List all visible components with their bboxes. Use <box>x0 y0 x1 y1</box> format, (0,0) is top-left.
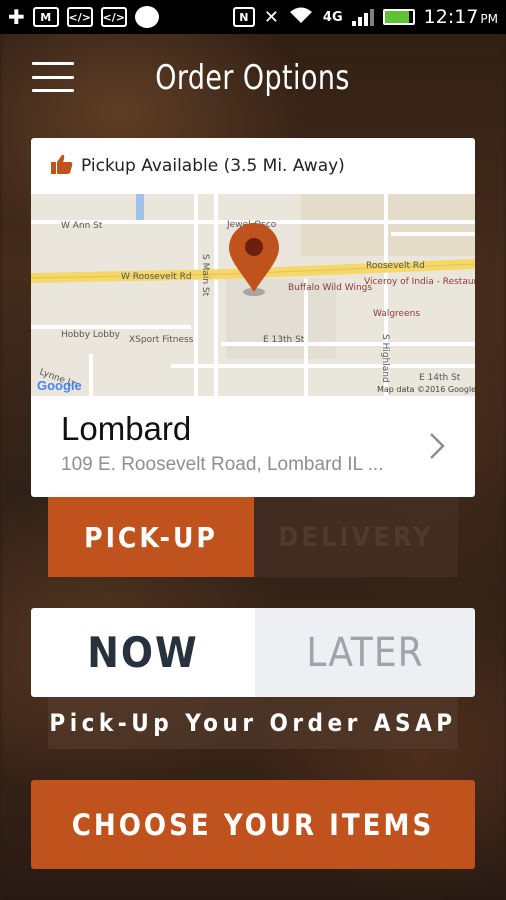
signal-icon <box>351 8 374 26</box>
choose-items-button[interactable]: CHOOSE YOUR ITEMS <box>31 780 475 869</box>
street-label: W Roosevelt Rd <box>121 272 192 282</box>
delivery-tab[interactable]: DELIVERY <box>254 497 458 577</box>
timing-note: Pick-Up Your Order ASAP <box>48 697 458 749</box>
street-label: S Highland <box>380 334 390 383</box>
place-label: Viceroy of India - Restaurant <box>364 277 475 287</box>
timing-toggle: NOW LATER <box>31 608 475 697</box>
location-card: Pickup Available (3.5 Mi. Away) W Ann St… <box>31 138 475 497</box>
add-notification-icon: ✚ <box>8 5 25 29</box>
wifi-icon <box>288 5 314 29</box>
page-title: Order Options <box>155 58 351 98</box>
store-selector[interactable]: Lombard 109 E. Roosevelt Road, Lombard I… <box>31 396 475 497</box>
clock-ampm: PM <box>480 12 498 26</box>
menu-icon[interactable] <box>32 62 74 92</box>
battery-icon <box>382 9 415 25</box>
store-name: Lombard <box>61 410 192 447</box>
code-icon: </> <box>66 7 93 27</box>
gmail-icon: M <box>32 7 59 27</box>
app-header: Order Options <box>0 34 506 122</box>
now-tab[interactable]: NOW <box>31 608 255 697</box>
thumbs-up-icon <box>51 154 73 179</box>
nfc-icon: N <box>232 7 255 27</box>
store-address: 109 E. Roosevelt Road, Lombard IL ... <box>61 454 384 475</box>
chat-icon <box>134 6 159 28</box>
place-label: Buffalo Wild Wings <box>288 283 372 293</box>
clock-time: 12:17 <box>423 6 479 28</box>
code-icon-2: </> <box>100 7 127 27</box>
street-label: Roosevelt Rd <box>366 261 425 271</box>
street-label: E 13th St <box>263 335 305 345</box>
street-label: S Main St <box>200 254 210 297</box>
place-label: XSport Fitness <box>129 335 194 345</box>
street-label: E 14th St <box>419 373 461 383</box>
chevron-right-icon <box>429 432 445 465</box>
place-label: Hobby Lobby <box>61 330 121 340</box>
later-tab[interactable]: LATER <box>255 608 475 697</box>
pickup-tab[interactable]: PICK-UP <box>48 497 254 577</box>
place-label: Walgreens <box>373 309 420 319</box>
availability-row: Pickup Available (3.5 Mi. Away) <box>31 138 475 194</box>
mute-icon: ✕ <box>263 6 279 28</box>
store-map[interactable]: W Ann St W Roosevelt Rd Roosevelt Rd S M… <box>31 194 475 396</box>
google-logo: Google <box>37 378 82 393</box>
network-type: 4G <box>322 9 343 25</box>
fulfillment-toggle: PICK-UP DELIVERY <box>48 497 458 577</box>
status-bar: ✚ M </> </> N ✕ 4G 12:17 PM <box>0 0 506 34</box>
street-label: W Ann St <box>61 221 103 231</box>
availability-text: Pickup Available (3.5 Mi. Away) <box>81 156 345 176</box>
map-attribution: Map data ©2016 Google <box>377 385 475 394</box>
